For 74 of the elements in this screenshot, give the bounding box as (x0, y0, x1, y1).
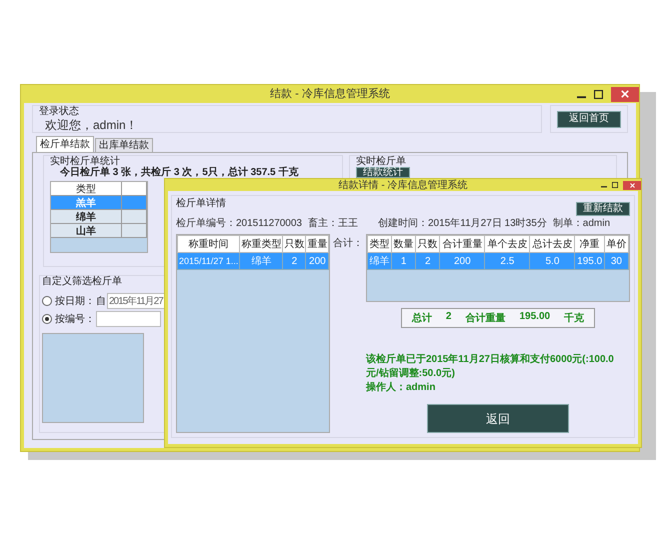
group-title: 自定义筛选检斤单 (42, 276, 122, 287)
window-title: 结款 - 冷库信息管理系统 (270, 88, 390, 100)
column-header: 重量 (306, 236, 329, 252)
radio-label: 按日期： (55, 294, 95, 308)
column-header: 称重时间 (178, 236, 240, 252)
table-cell: 绵羊 (51, 210, 122, 224)
column-header: 只数 (416, 236, 440, 252)
column-header: 单个去皮 (484, 236, 530, 252)
group-title: 登录状态 (39, 106, 79, 117)
table-cell: 山羊 (51, 224, 122, 238)
group-title: 检斤单详情 (176, 198, 226, 209)
table-row[interactable]: 绵羊 (51, 210, 147, 224)
close-button[interactable] (623, 180, 641, 190)
table-cell: 5.0 (530, 252, 575, 270)
table-cell: 2 (282, 252, 306, 270)
group-title: 实时检斤单 (356, 156, 406, 167)
column-header: 总计去皮 (530, 236, 575, 252)
close-button[interactable] (611, 86, 639, 102)
number-field[interactable] (96, 311, 161, 327)
home-button[interactable]: 返回首页 (557, 110, 621, 128)
date-field[interactable]: 2015年11月27 (107, 293, 166, 309)
close-icon (630, 182, 634, 188)
tab[interactable]: 检斤单结款 (36, 136, 94, 152)
table-cell: 羔羊 (51, 196, 122, 210)
table-cell (122, 196, 147, 210)
totals-text: 195.00 (519, 311, 550, 322)
info-text: 创建时间：2015年11月27日 13时35分 (378, 216, 547, 230)
maximize-icon[interactable] (594, 90, 603, 98)
table-cell: 2.5 (484, 252, 530, 270)
table-cell: 200 (306, 252, 329, 270)
from-label: 自 (96, 295, 106, 308)
totals-text: 千克 (564, 312, 584, 325)
column-header: 合计重量 (440, 236, 485, 252)
table-cell: 2015/11/27 1... (178, 252, 240, 270)
welcome-text: 欢迎您，admin！ (44, 117, 138, 134)
table-cell: 绵羊 (240, 252, 283, 270)
column-header: 单价 (604, 236, 628, 252)
total-label: 合计： (333, 236, 363, 251)
table-cell: 195.0 (574, 252, 604, 270)
settlement-note: 该检斤单已于2015年11月27日核算和支付6000元(:100.0元/钻留调整:50.0元) (366, 352, 615, 380)
column-header: 类型 (51, 182, 122, 196)
info-text: 制单：admin (552, 216, 610, 230)
table-cell: 1 (392, 252, 416, 270)
totals-text: 总计 (412, 312, 432, 325)
maximize-icon[interactable] (612, 182, 618, 188)
table-cell: 2 (416, 252, 440, 270)
group-title: 实时检斤单统计 (50, 156, 120, 167)
column-header: 称重类型 (240, 236, 283, 252)
radio-button[interactable] (42, 314, 52, 324)
info-text: 畜主：王王 (308, 216, 358, 230)
table-cell: 绵羊 (368, 252, 392, 270)
table-cell: 200 (440, 252, 485, 270)
radio-label: 按编号： (55, 312, 95, 326)
resettle-button[interactable]: 重新结款 (576, 202, 630, 216)
table-cell (122, 224, 147, 238)
totals-text: 2 (446, 311, 452, 322)
column-header: 净重 (574, 236, 604, 252)
table-row[interactable]: 山羊 (51, 224, 147, 238)
stats-summary: 今日检斤单 3 张，共检斤 3 次，5只，总计 357.5 千克 (59, 167, 298, 178)
totals-text: 合计重量 (465, 312, 506, 325)
column-header: 数量 (392, 236, 416, 252)
table-cell: 30 (604, 252, 628, 270)
close-icon (621, 90, 629, 98)
table-cell (122, 210, 147, 224)
column-header: 只数 (282, 236, 306, 252)
window-title: 结款详情 - 冷库信息管理系统 (338, 180, 468, 190)
info-text: 检斤单编号：201511270003 (176, 216, 302, 230)
back-button[interactable]: 返回 (427, 404, 569, 433)
settle-stats-button[interactable]: 结款统计 (356, 167, 410, 178)
tab[interactable]: 出库单结款 (95, 138, 153, 152)
radio-button[interactable] (42, 296, 52, 306)
column-header: 类型 (368, 236, 392, 252)
operator-text: 操作人：admin (366, 380, 436, 394)
column-header (122, 182, 147, 196)
